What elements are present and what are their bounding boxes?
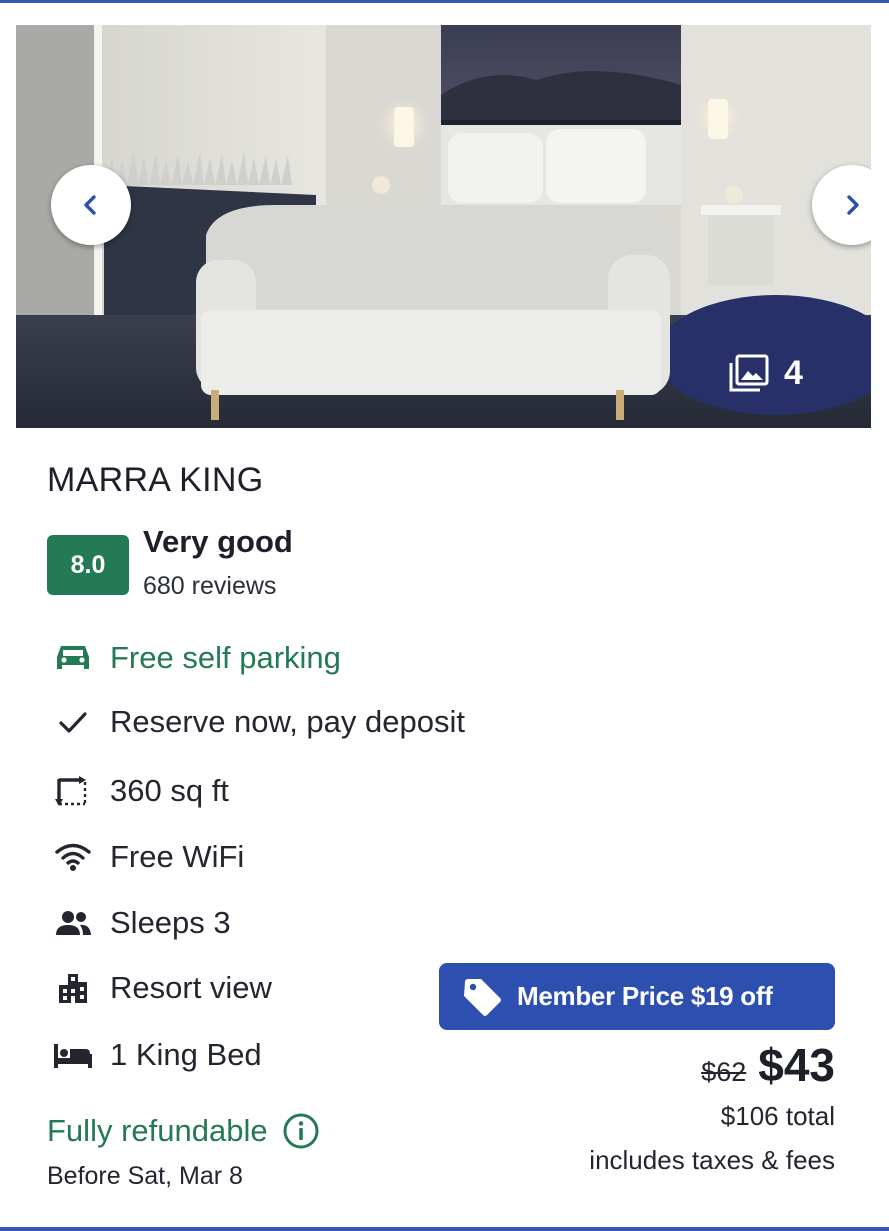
price-tag-icon [464,978,501,1016]
photo-gallery-button[interactable]: 4 [728,343,850,403]
current-price: $43 [758,1039,835,1091]
member-price-badge: Member Price $19 off [439,963,835,1030]
amenity-label: Sleeps 3 [110,905,231,940]
amenity-label: 360 sq ft [110,773,229,808]
amenity-label: 1 King Bed [110,1037,262,1072]
building-icon [52,971,94,1005]
amenity-view: Resort view [52,970,272,1006]
room-size-icon [52,774,94,808]
previous-photo-button[interactable] [51,165,131,245]
top-border [0,0,889,3]
wifi-icon [52,840,94,874]
amenity-label: Free self parking [110,640,341,675]
original-price: $62 [701,1057,747,1087]
amenity-label: Free WiFi [110,839,245,874]
taxes-note: includes taxes & fees [589,1145,835,1175]
price-row: $62 $43 [701,1038,835,1092]
gallery-icon [729,354,769,392]
amenity-sleeps: Sleeps 3 [52,905,231,941]
amenity-wifi: Free WiFi [52,839,244,875]
chevron-left-icon [84,195,96,215]
photo-count: 4 [784,353,803,392]
people-icon [52,906,94,940]
review-count[interactable]: 680 reviews [143,572,276,601]
rating-score-badge: 8.0 [47,535,129,595]
bottom-border [0,1227,889,1231]
member-price-label: Member Price $19 off [517,981,773,1011]
bed-icon [52,1038,94,1072]
car-icon [52,641,94,675]
amenity-bed: 1 King Bed [52,1037,262,1073]
total-price: $106 total [720,1101,835,1131]
checkmark-icon [52,705,94,739]
chevron-right-icon [847,195,859,215]
refund-policy: Fully refundable [47,1112,320,1150]
refund-deadline: Before Sat, Mar 8 [47,1162,243,1190]
amenity-label: Reserve now, pay deposit [110,704,465,739]
info-icon[interactable] [282,1112,320,1150]
amenity-size: 360 sq ft [52,773,229,809]
refund-label: Fully refundable [47,1113,268,1148]
amenity-reserve: Reserve now, pay deposit [52,704,465,740]
room-title: MARRA KING [47,461,264,499]
room-photo[interactable]: 4 [16,25,871,428]
amenity-parking: Free self parking [52,640,341,676]
amenity-label: Resort view [110,970,272,1005]
rating-label: Very good [143,524,293,559]
